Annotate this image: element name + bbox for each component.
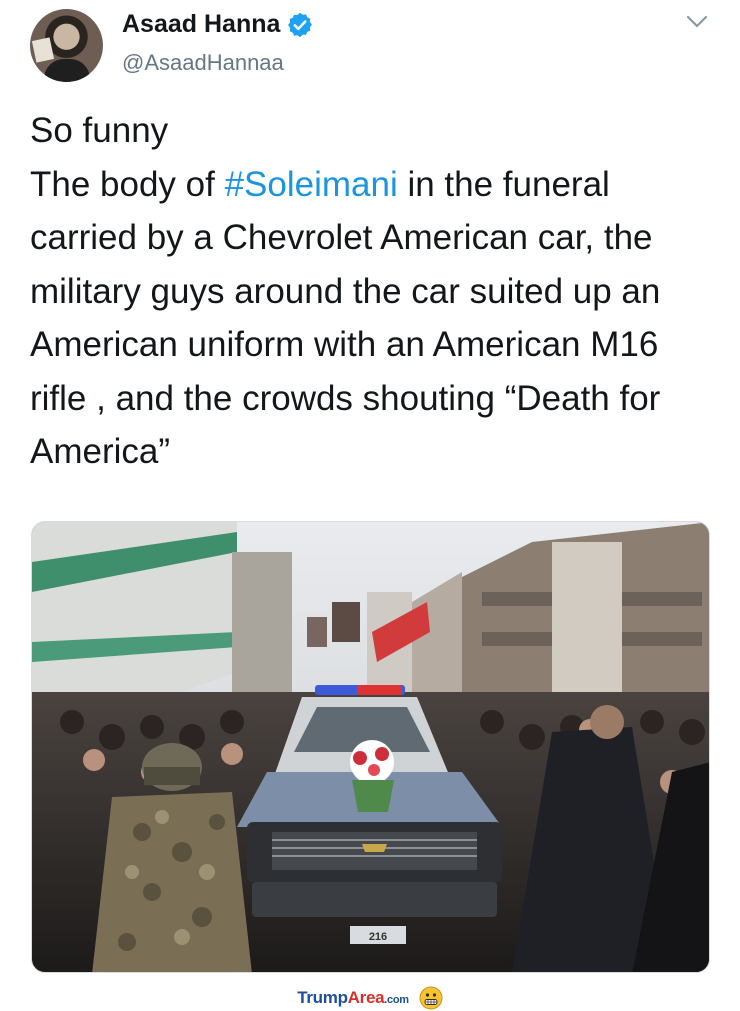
avatar-sign: [31, 37, 55, 63]
author-display-name[interactable]: Asaad Hanna: [122, 10, 280, 39]
hashtag-link[interactable]: #Soleimani: [225, 165, 398, 204]
tweet-text-after: in the funeral carried by a Chevrolet Am…: [30, 164, 661, 472]
watermark-footer: TrumpArea.com: [0, 985, 740, 1011]
tweet-photo[interactable]: 216: [31, 521, 710, 973]
tweet-text-before: The body of: [30, 164, 225, 204]
watermark-brand: TrumpArea.com: [297, 988, 409, 1008]
tweet-text-line1: So funny: [30, 111, 169, 150]
verified-badge-icon: [288, 12, 313, 37]
flower-wreath: [350, 740, 394, 812]
tweet-text-body: The body of #Soleimani in the funeral ca…: [30, 158, 720, 479]
tweet-card: Asaad Hanna @AsaadHannaa So funny The bo…: [0, 0, 740, 985]
chevron-down-icon[interactable]: [686, 14, 708, 30]
brand-part-trump: Trump: [297, 988, 348, 1007]
brand-part-com: .com: [384, 994, 409, 1006]
grimacing-emoji-icon: [419, 986, 443, 1010]
tweet-text: So funny The body of #Soleimani in the f…: [30, 104, 720, 479]
funeral-photo-illustration: 216: [32, 522, 709, 972]
brand-part-area: Area: [347, 988, 385, 1007]
avatar-shirt: [44, 59, 90, 82]
author-handle[interactable]: @AsaadHannaa: [122, 50, 284, 76]
avatar[interactable]: [30, 9, 103, 82]
author-row: Asaad Hanna: [122, 10, 314, 39]
license-plate-text: 216: [369, 931, 387, 943]
